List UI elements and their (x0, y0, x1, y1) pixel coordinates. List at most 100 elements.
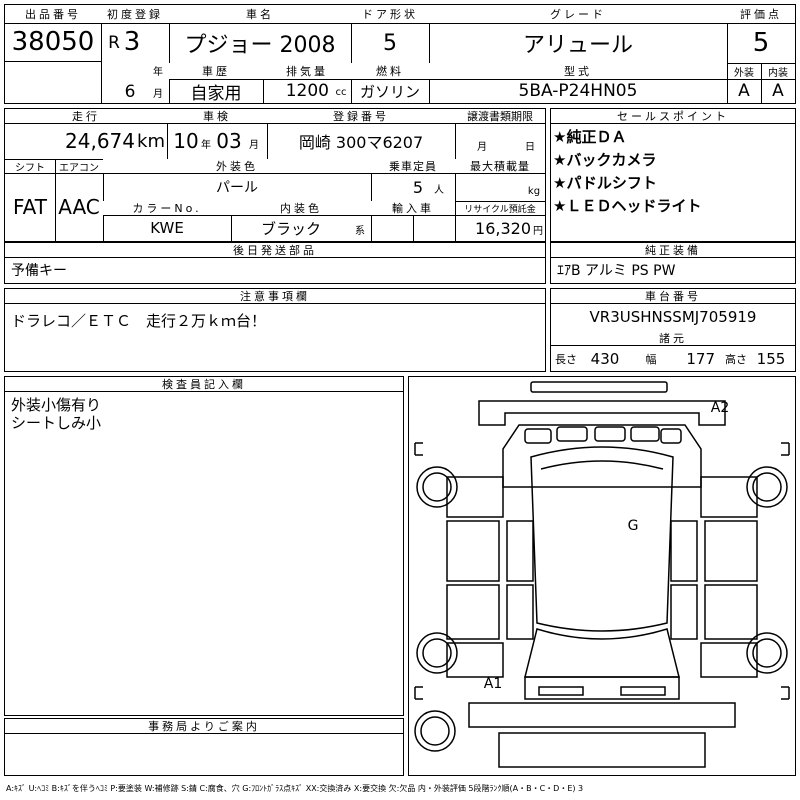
interior-color-label: 内装色 (231, 201, 371, 215)
sales-points-block: セールスポイント ★純正ＤＡ ★バックカメラ ★パドルシフト ★ＬＥＤヘッドライ… (550, 108, 796, 242)
notes-label: 注意事項欄 (5, 289, 545, 303)
details-block: 走行 24,674 km 車検 10 年 03 月 登録番号 岡崎 300マ62… (4, 108, 546, 242)
interior-color-unit: 系 (355, 225, 365, 237)
car-name-label: 車名 (169, 5, 351, 23)
sales-point-item: ★パドルシフト (553, 173, 657, 192)
fuel-label: 燃料 (351, 63, 429, 79)
capacity-label: 乗車定員 (371, 159, 455, 173)
car-name-value: プジョー 2008 (184, 33, 336, 58)
history-value: 自家用 (190, 83, 242, 104)
exterior-score-value: A (738, 81, 750, 101)
height-value: 155 (756, 350, 786, 368)
damage-mark: A1 (483, 676, 503, 692)
later-parts-value: 予備キー (11, 263, 67, 279)
exterior-color-value: パール (216, 180, 258, 196)
office-block: 事務局よりご案内 (4, 718, 404, 776)
color-code-label: カラーNo. (103, 201, 231, 215)
exterior-score-label: 外装 (734, 67, 754, 79)
inspector-label: 検査員記入欄 (5, 377, 403, 391)
genuine-equipment-label: 純正装備 (551, 243, 795, 257)
color-code-value: KWE (150, 219, 184, 237)
office-label: 事務局よりご案内 (5, 719, 403, 733)
genuine-equipment-value: ｴｱB アルミ PS PW (557, 263, 676, 279)
transfer-day-unit: 日 (525, 141, 535, 153)
displacement-label: 排気量 (263, 63, 351, 79)
notes-block: 注意事項欄 ドラレコ／ＥＴＣ 走行２万ｋｍ台！ (4, 288, 546, 372)
inspector-block: 検査員記入欄 外装小傷有り シートしみ小 (4, 376, 404, 716)
capacity-unit: 人 (434, 184, 444, 196)
shift-value: FAT (12, 195, 47, 219)
transfer-month-unit: 月 (477, 141, 487, 153)
import-label: 輸入車 (371, 201, 455, 215)
month-unit: 月 (153, 88, 163, 100)
interior-color-value: ブラック (260, 219, 321, 238)
inspection-label: 車検 (167, 109, 267, 123)
chassis-label: 車台番号 (551, 289, 795, 303)
mileage-value: 24,674 (65, 129, 135, 153)
length-value: 430 (590, 350, 620, 368)
score-value: 5 (752, 28, 770, 58)
sales-point-item: ★純正ＤＡ (553, 127, 627, 146)
max-load-unit: kg (527, 185, 541, 197)
history-label: 車歴 (169, 63, 263, 79)
max-load-label: 最大積載量 (455, 159, 545, 173)
inspection-month: 03 (216, 129, 242, 153)
recycle-value: 16,320 (475, 218, 531, 238)
grade-label: グレード (429, 5, 727, 23)
inspection-year: 10 (173, 129, 199, 153)
exterior-color-label: 外装色 (103, 159, 371, 173)
notes-value: ドラレコ／ＥＴＣ 走行２万ｋｍ台！ (11, 311, 267, 330)
transfer-deadline-label: 譲渡書類期限 (455, 109, 545, 123)
year-unit: 年 (153, 66, 163, 78)
first-registration-label: 初度登録 (101, 5, 169, 23)
model-label: 型式 (429, 63, 727, 79)
later-parts-label: 後日発送部品 (5, 243, 545, 257)
first-registration-month: 6 (124, 82, 136, 102)
inspector-note: シートしみ小 (11, 413, 102, 432)
inspector-note: 外装小傷有り (11, 395, 102, 414)
length-label: 長さ (555, 353, 577, 366)
vehicle-damage-diagram: A2 G A1 (408, 376, 796, 776)
ac-label: エアコン (59, 162, 99, 174)
lot-number-value: 38050 (11, 27, 95, 57)
mileage-label: 走行 (5, 109, 167, 123)
width-value: 177 (686, 350, 715, 368)
first-registration-year: 3 (123, 27, 141, 57)
inspection-year-unit: 年 (201, 139, 211, 151)
grade-value: アリュール (522, 33, 633, 58)
chassis-block: 車台番号 VR3USHNSSMJ705919 諸元 長さ 430 幅 177 高… (550, 288, 796, 372)
inspection-month-unit: 月 (249, 139, 259, 151)
header-block: 出品番号 38050 初度登録 R 3 年 6 月 車名 プジョー 2008 ド… (4, 4, 796, 104)
car-outline-icon (414, 381, 790, 768)
height-label: 高さ (725, 353, 747, 366)
door-label: ドア形状 (351, 5, 429, 23)
plate-label: 登録番号 (267, 109, 455, 123)
door-value: 5 (383, 30, 397, 56)
mileage-unit: km (137, 130, 165, 152)
interior-score-label: 内装 (768, 67, 788, 79)
recycle-label: リサイクル預託金 (464, 204, 536, 215)
genuine-equipment-block: 純正装備 ｴｱB アルミ PS PW (550, 242, 796, 284)
recycle-unit: 円 (533, 225, 543, 237)
width-label: 幅 (645, 353, 657, 366)
later-parts-block: 後日発送部品 予備キー (4, 242, 546, 284)
spec-label: 諸元 (551, 331, 795, 345)
sales-points-label: セールスポイント (551, 109, 795, 123)
ac-value: AAC (58, 195, 100, 219)
plate-value: 岡崎 300マ6207 (298, 133, 424, 152)
fuel-value: ガソリン (359, 82, 420, 101)
legend-text: A:ｷｽﾞ U:ﾍｺﾐ B:ｷｽﾞを伴うﾍｺﾐ P:要塗装 W:補修跡 S:錆 … (6, 783, 584, 793)
displacement-unit: cc (335, 86, 347, 98)
displacement-value: 1200 (285, 81, 329, 101)
capacity-value: 5 (412, 177, 423, 197)
model-value: 5BA-P24HN05 (518, 81, 638, 101)
damage-mark: G (627, 518, 639, 534)
shift-label: シフト (15, 162, 45, 174)
chassis-value: VR3USHNSSMJ705919 (589, 308, 757, 326)
score-label: 評価点 (727, 5, 795, 23)
sales-point-item: ★バックカメラ (553, 150, 657, 169)
damage-mark: A2 (710, 400, 730, 416)
interior-score-value: A (772, 81, 784, 101)
lot-number-label: 出品番号 (5, 5, 101, 23)
sales-point-item: ★ＬＥＤヘッドライト (553, 196, 702, 215)
